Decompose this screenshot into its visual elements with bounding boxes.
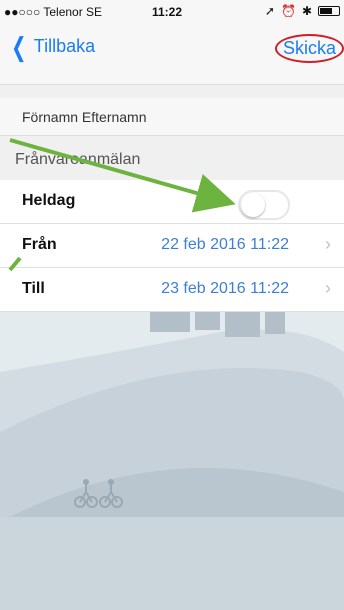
back-label: Tillbaka (33, 36, 96, 56)
bluetooth-icon: ✱ (301, 4, 312, 18)
clock: 11:22 (152, 5, 183, 19)
from-label: Från (22, 236, 57, 253)
chevron-left-icon: ❮ (11, 31, 27, 62)
divider (0, 84, 344, 98)
landscape-illustration (0, 312, 344, 610)
status-bar: ●●○○○ Telenor SE 11:22 ➚ ⏰ ✱ (0, 0, 344, 22)
status-icons: ➚ ⏰ ✱ (265, 4, 340, 18)
to-value: 23 feb 2016 11:22 (161, 280, 289, 297)
back-button[interactable]: ❮ Tillbaka (8, 31, 96, 62)
allday-label: Heldag (22, 192, 76, 209)
user-name: Förnamn Efternamn (22, 109, 147, 125)
section-header: Frånvaroanmälan (0, 136, 344, 180)
section-title: Frånvaroanmälan (15, 151, 141, 168)
allday-row: Heldag (0, 180, 344, 224)
user-name-row: Förnamn Efternamn (0, 98, 344, 136)
battery-icon (318, 6, 340, 16)
chevron-right-icon: › (325, 234, 331, 254)
from-value: 22 feb 2016 11:22 (161, 236, 289, 253)
carrier-label: ●●○○○ Telenor SE (4, 5, 103, 19)
toggle-knob (241, 193, 265, 217)
location-icon: ➚ (264, 4, 275, 18)
send-button[interactable]: Skicka (274, 34, 344, 63)
background-illustration (0, 312, 344, 610)
navigation-bar: ❮ Tillbaka Skicka (0, 22, 344, 84)
to-label: Till (22, 280, 45, 297)
to-row[interactable]: Till 23 feb 2016 11:22 › (0, 268, 344, 312)
from-row[interactable]: Från 22 feb 2016 11:22 › (0, 224, 344, 268)
alarm-icon: ⏰ (280, 4, 296, 18)
allday-toggle[interactable] (238, 190, 290, 220)
chevron-right-icon: › (325, 278, 331, 298)
